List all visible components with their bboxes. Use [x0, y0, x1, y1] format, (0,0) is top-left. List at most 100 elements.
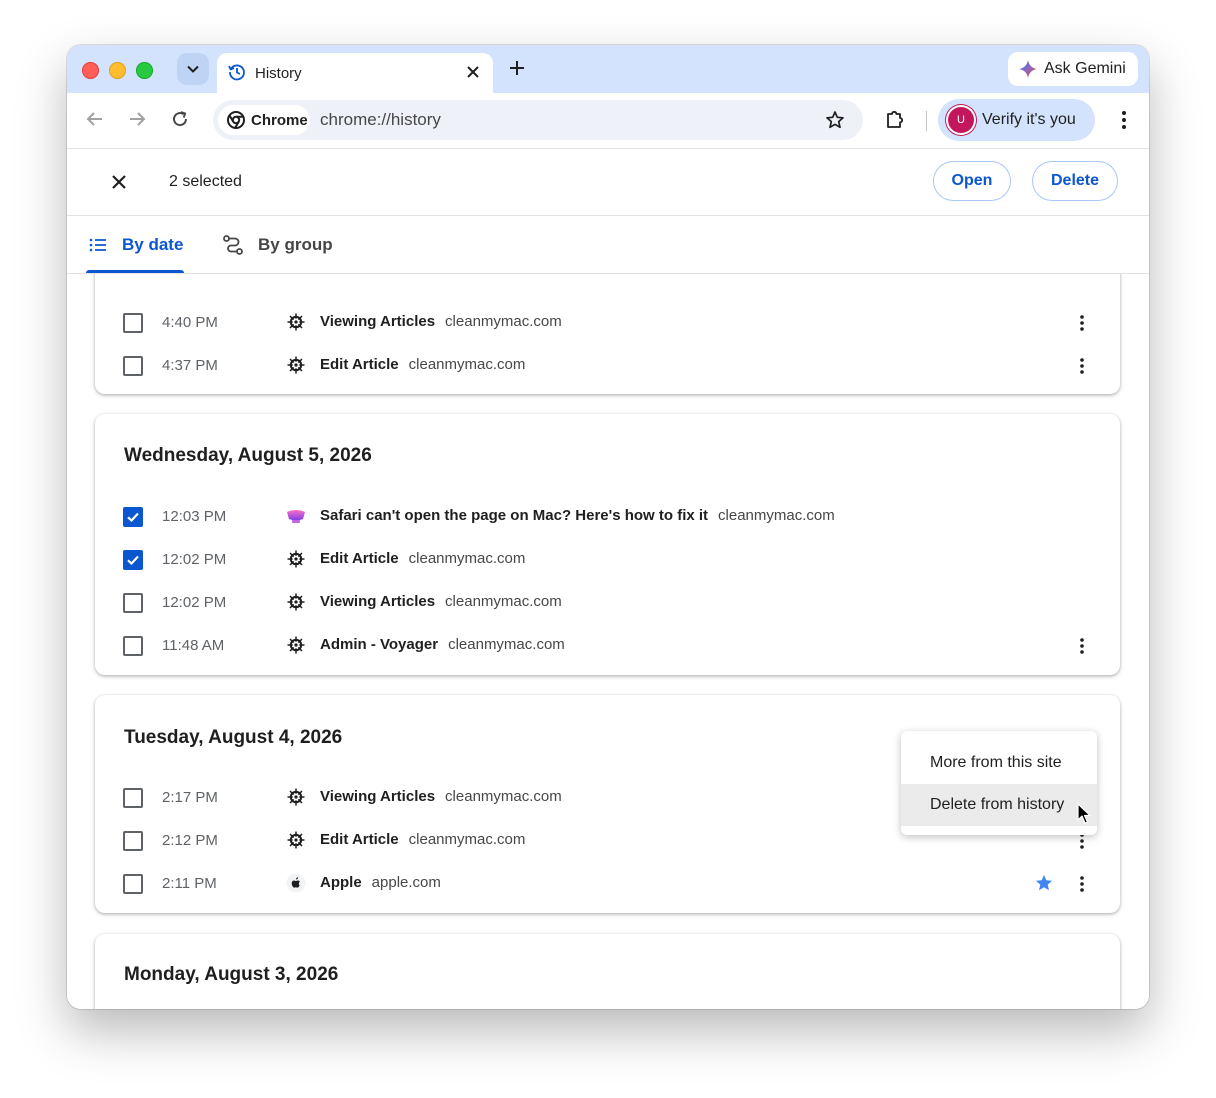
history-row[interactable]: 2:11 PM Apple apple.com	[95, 862, 1120, 905]
wheel-icon	[286, 549, 306, 569]
minimize-window-button[interactable]	[109, 62, 126, 79]
history-row[interactable]: 12:03 PM Safari can't open the page on M…	[95, 495, 1120, 538]
chrome-menu-icon[interactable]	[1114, 109, 1134, 131]
visit-time: 2:12 PM	[162, 832, 218, 849]
delete-button[interactable]: Delete	[1032, 161, 1118, 201]
bookmarked-star-icon[interactable]	[1034, 873, 1054, 893]
page-domain: cleanmymac.com	[445, 788, 562, 805]
page-domain: cleanmymac.com	[408, 831, 526, 848]
gemini-icon	[1019, 60, 1037, 78]
page-domain: apple.com	[371, 874, 441, 891]
page-domain: cleanmymac.com	[718, 507, 835, 524]
tab-history[interactable]: History	[217, 53, 493, 93]
site-chip-label: Chrome	[251, 111, 308, 129]
checkmark-icon	[127, 512, 139, 523]
page-title-link[interactable]: Viewing Articles cleanmymac.com	[320, 788, 562, 805]
extensions-puzzle-icon[interactable]	[884, 108, 906, 130]
history-row[interactable]: 11:48 AM Admin - Voyager cleanmymac.com	[95, 624, 1120, 667]
page-title-link[interactable]: Edit Article cleanmymac.com	[320, 356, 525, 373]
date-heading: Tuesday, August 4, 2026	[124, 727, 343, 748]
tab-title: History	[255, 65, 302, 82]
row-checkbox[interactable]	[123, 874, 143, 894]
page-title-link[interactable]: Edit Article cleanmymac.com	[320, 550, 525, 567]
row-menu-icon[interactable]	[1073, 313, 1091, 333]
row-checkbox[interactable]	[123, 313, 143, 333]
page-title-link[interactable]: Viewing Articles cleanmymac.com	[320, 313, 562, 330]
visit-time: 2:11 PM	[162, 875, 217, 892]
verify-label: Verify it's you	[982, 111, 1076, 128]
zoom-window-button[interactable]	[136, 62, 153, 79]
visit-time: 2:17 PM	[162, 789, 218, 806]
chevron-down-icon	[187, 65, 199, 73]
clear-selection-icon[interactable]	[109, 172, 129, 192]
reload-icon[interactable]	[170, 109, 190, 129]
visit-time: 11:48 AM	[162, 637, 225, 654]
journeys-icon	[223, 234, 243, 255]
more-from-site-menu-item[interactable]: More from this site	[901, 742, 1097, 784]
delete-from-history-menu-item[interactable]: Delete from history	[901, 784, 1097, 826]
row-checkbox[interactable]	[123, 831, 143, 851]
tab-strip: History Ask Gemini	[67, 45, 1149, 93]
history-row[interactable]: 4:40 PM Viewing Articles cleanmymac.com	[95, 301, 1120, 344]
chrome-icon	[227, 111, 245, 129]
page-title-link[interactable]: Safari can't open the page on Mac? Here'…	[320, 507, 835, 524]
avatar: U	[948, 107, 974, 133]
wheel-icon	[286, 635, 306, 655]
selected-count: 2 selected	[169, 173, 242, 190]
page-title-link[interactable]: Edit Article cleanmymac.com	[320, 831, 525, 848]
page-title-link[interactable]: Apple apple.com	[320, 874, 441, 891]
active-tab-indicator	[86, 270, 184, 273]
toolbar: Chrome chrome://history U Verify it's yo…	[67, 93, 1149, 149]
history-row[interactable]: 4:37 PM Edit Article cleanmymac.com	[95, 344, 1120, 387]
view-tabs: By date By group	[67, 216, 1149, 274]
row-context-menu: More from this site Delete from history	[901, 731, 1097, 835]
site-info-chip[interactable]: Chrome	[218, 105, 310, 135]
tab-search-button[interactable]	[177, 53, 209, 85]
row-menu-icon[interactable]	[1073, 356, 1091, 376]
tab-by-group[interactable]: By group	[222, 216, 333, 273]
date-heading: Wednesday, August 5, 2026	[124, 445, 372, 466]
open-button[interactable]: Open	[933, 161, 1011, 201]
url-text[interactable]: chrome://history	[320, 110, 441, 130]
tab-by-date[interactable]: By date	[88, 216, 183, 273]
new-tab-icon[interactable]	[507, 58, 527, 78]
page-domain: cleanmymac.com	[445, 313, 562, 330]
wheel-icon	[286, 592, 306, 612]
row-checkbox[interactable]	[123, 788, 143, 808]
mouse-pointer-icon	[1077, 803, 1091, 824]
row-checkbox[interactable]	[123, 636, 143, 656]
page-domain: cleanmymac.com	[448, 636, 565, 653]
page-domain: cleanmymac.com	[408, 356, 526, 373]
page-title-link[interactable]: Admin - Voyager cleanmymac.com	[320, 636, 565, 653]
forward-arrow-icon[interactable]	[127, 109, 147, 129]
cleanmymac-icon	[287, 510, 305, 523]
back-arrow-icon[interactable]	[85, 109, 105, 129]
page-title-link[interactable]: Viewing Articles cleanmymac.com	[320, 593, 562, 610]
row-checkbox-checked[interactable]	[123, 507, 143, 527]
row-checkbox[interactable]	[123, 356, 143, 376]
wheel-icon	[286, 830, 306, 850]
address-bar[interactable]: Chrome chrome://history	[213, 100, 863, 140]
history-card: Monday, August 3, 2026	[95, 934, 1120, 1009]
row-menu-icon[interactable]	[1073, 636, 1091, 656]
row-menu-icon[interactable]	[1073, 874, 1091, 894]
verify-profile-button[interactable]: U Verify it's you	[938, 99, 1095, 141]
checkmark-icon	[127, 555, 139, 566]
ask-gemini-button[interactable]: Ask Gemini	[1008, 52, 1138, 86]
close-tab-icon[interactable]	[465, 64, 481, 80]
date-heading: Monday, August 3, 2026	[124, 964, 339, 985]
page-domain: cleanmymac.com	[445, 593, 562, 610]
page-domain: cleanmymac.com	[408, 550, 526, 567]
history-row[interactable]: 12:02 PM Edit Article cleanmymac.com	[95, 538, 1120, 581]
bookmark-star-icon[interactable]	[825, 110, 845, 130]
toolbar-divider	[926, 111, 927, 131]
close-window-button[interactable]	[82, 62, 99, 79]
history-row[interactable]: 12:02 PM Viewing Articles cleanmymac.com	[95, 581, 1120, 624]
row-checkbox-checked[interactable]	[123, 550, 143, 570]
row-checkbox[interactable]	[123, 593, 143, 613]
history-icon	[228, 64, 245, 81]
tab-by-date-label: By date	[122, 234, 184, 254]
history-card: Wednesday, August 5, 2026 12:03 PM Safar…	[95, 414, 1120, 675]
history-card: 4:40 PM Viewing Articles cleanmymac.com 4…	[95, 274, 1120, 394]
tab-by-group-label: By group	[258, 234, 333, 254]
